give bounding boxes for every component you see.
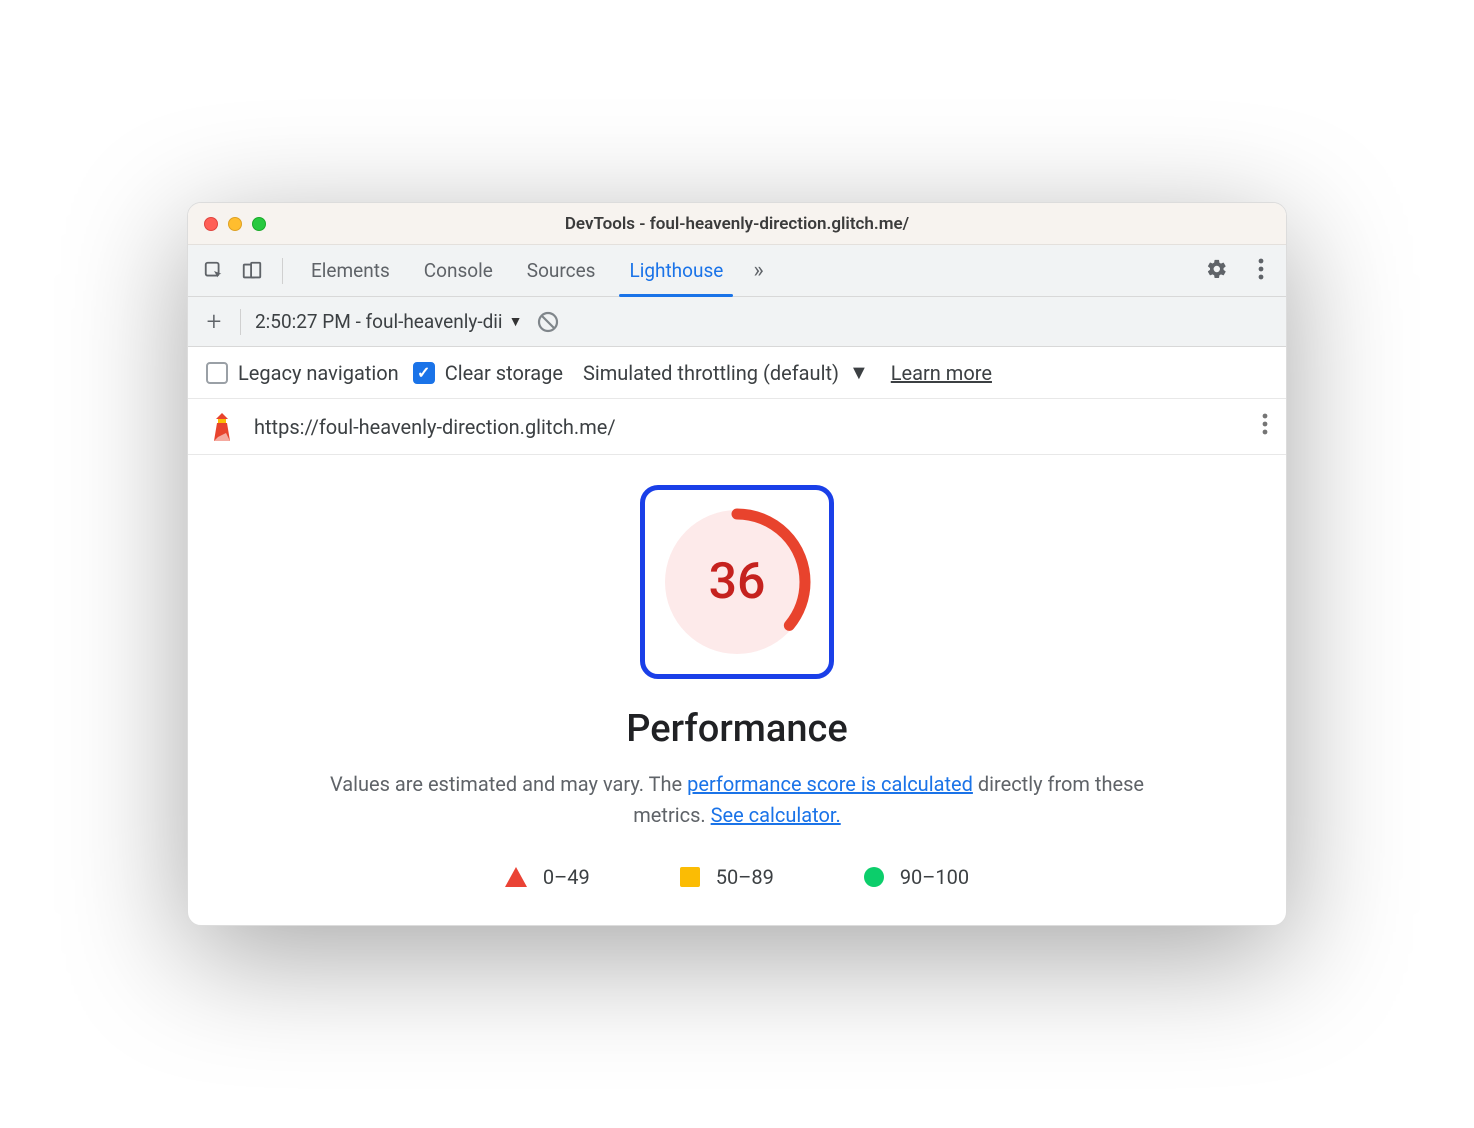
- tab-label: Console: [424, 259, 493, 282]
- circle-icon: [864, 867, 884, 887]
- devtools-window: DevTools - foul-heavenly-direction.glitc…: [187, 202, 1287, 926]
- tab-lighthouse[interactable]: Lighthouse: [615, 246, 737, 296]
- clear-storage-label: Clear storage: [445, 361, 563, 385]
- divider: [282, 258, 283, 284]
- report-url: https://foul-heavenly-direction.glitch.m…: [254, 415, 1246, 439]
- titlebar: DevTools - foul-heavenly-direction.glitc…: [188, 203, 1286, 245]
- checkbox-unchecked-icon: [206, 362, 228, 384]
- performance-title: Performance: [228, 707, 1246, 751]
- clear-storage-toggle[interactable]: Clear storage: [413, 361, 563, 385]
- legend-range: 90–100: [900, 865, 969, 889]
- legend-good: 90–100: [864, 865, 969, 889]
- report-selector-label: 2:50:27 PM - foul-heavenly-dii: [255, 310, 503, 333]
- report-selector[interactable]: 2:50:27 PM - foul-heavenly-dii ▼: [255, 310, 522, 333]
- settings-icon[interactable]: [1194, 258, 1240, 284]
- legend-average: 50–89: [680, 865, 774, 889]
- tab-label: Sources: [527, 259, 596, 282]
- desc-text: Values are estimated and may vary. The: [330, 772, 687, 796]
- window-title: DevTools - foul-heavenly-direction.glitc…: [188, 214, 1286, 234]
- device-toolbar-icon[interactable]: [236, 255, 268, 287]
- square-icon: [680, 867, 700, 887]
- new-report-button[interactable]: +: [202, 307, 226, 337]
- see-calculator-link[interactable]: See calculator.: [711, 803, 841, 827]
- performance-gauge[interactable]: 36: [657, 502, 817, 662]
- throttling-selector[interactable]: Simulated throttling (default) ▼: [583, 360, 869, 385]
- tab-console[interactable]: Console: [410, 246, 507, 296]
- score-legend: 0–49 50–89 90–100: [228, 865, 1246, 889]
- tab-label: Elements: [311, 259, 390, 282]
- score-calc-link[interactable]: performance score is calculated: [687, 772, 973, 796]
- window-close-button[interactable]: [204, 217, 218, 231]
- report-menu-icon[interactable]: [1262, 413, 1268, 441]
- report-url-row: https://foul-heavenly-direction.glitch.m…: [188, 399, 1286, 455]
- chevron-down-icon: ▼: [849, 360, 869, 385]
- more-options-icon[interactable]: [1246, 258, 1276, 284]
- performance-gauge-highlight: 36: [640, 485, 834, 679]
- tab-elements[interactable]: Elements: [297, 246, 404, 296]
- inspect-element-icon[interactable]: [198, 255, 230, 287]
- window-zoom-button[interactable]: [252, 217, 266, 231]
- performance-description: Values are estimated and may vary. The p…: [317, 769, 1157, 831]
- legend-fail: 0–49: [505, 865, 590, 889]
- lighthouse-options: Legacy navigation Clear storage Simulate…: [188, 347, 1286, 399]
- legend-range: 50–89: [716, 865, 774, 889]
- performance-score: 36: [657, 502, 817, 662]
- tab-sources[interactable]: Sources: [513, 246, 610, 296]
- legacy-navigation-label: Legacy navigation: [238, 361, 399, 385]
- throttling-label: Simulated throttling (default): [583, 361, 839, 385]
- lighthouse-report: 36 Performance Values are estimated and …: [188, 455, 1286, 925]
- traffic-lights: [204, 217, 266, 231]
- devtools-tabstrip: Elements Console Sources Lighthouse »: [188, 245, 1286, 297]
- more-tabs-icon[interactable]: »: [743, 258, 773, 283]
- tab-label: Lighthouse: [629, 259, 723, 282]
- checkbox-checked-icon: [413, 362, 435, 384]
- window-minimize-button[interactable]: [228, 217, 242, 231]
- legend-range: 0–49: [543, 865, 590, 889]
- chevron-down-icon: ▼: [509, 313, 523, 330]
- triangle-icon: [505, 867, 527, 887]
- clear-report-icon[interactable]: [536, 310, 560, 334]
- lighthouse-icon: [206, 411, 238, 443]
- learn-more-link[interactable]: Learn more: [891, 361, 992, 385]
- lighthouse-subtoolbar: + 2:50:27 PM - foul-heavenly-dii ▼: [188, 297, 1286, 347]
- divider: [240, 309, 241, 335]
- legacy-navigation-toggle[interactable]: Legacy navigation: [206, 361, 399, 385]
